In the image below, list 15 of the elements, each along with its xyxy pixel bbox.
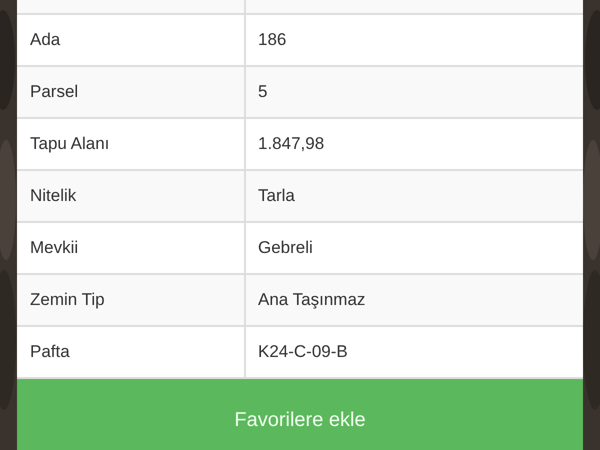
table-cell-text: Ada xyxy=(30,29,60,52)
table-cell-text: Mevkii xyxy=(30,237,78,260)
table-cell-text: K24-C-09-B xyxy=(258,341,348,364)
table-cell-text: 186 xyxy=(258,29,286,52)
table-cell-text: 5 xyxy=(258,81,268,104)
add-to-favorites-button[interactable]: Favorilere ekle xyxy=(17,379,583,450)
table-cell-text: Nitelik xyxy=(30,185,76,208)
table-cell-text: Gebreli xyxy=(258,237,313,260)
table-cell-text: Parsel xyxy=(30,81,78,104)
table-cell-text: Tarla xyxy=(258,185,295,208)
table-cell-text: Tapu Alanı xyxy=(30,133,110,156)
table-cell-text: Ana Taşınmaz xyxy=(258,289,366,312)
table-cell-text: 1.847,98 xyxy=(258,133,324,156)
table-cell-text: Pafta xyxy=(30,341,70,364)
table-cell-text: Zemin Tip xyxy=(30,289,105,312)
